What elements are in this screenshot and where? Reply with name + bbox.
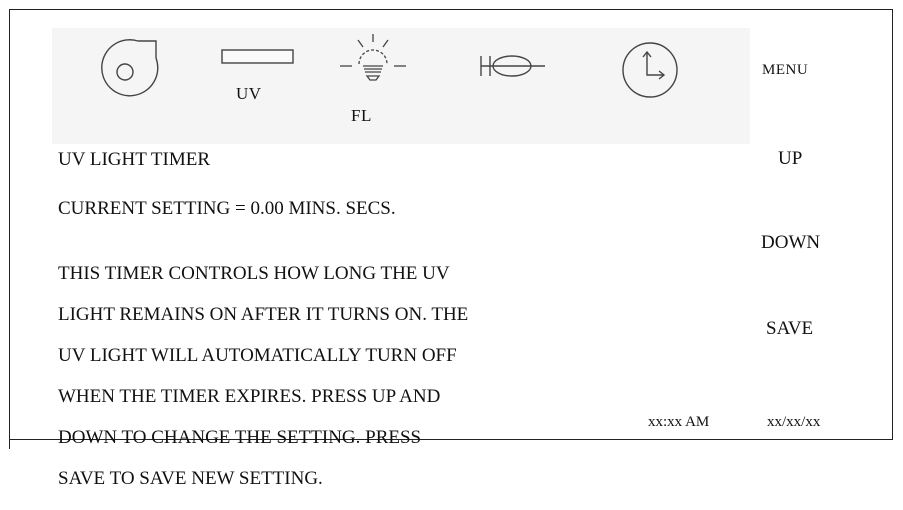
timer-description: THIS TIMER CONTROLS HOW LONG THE UV LIGH… [58,243,478,510]
description-line: LIGHT REMAINS ON AFTER IT TURNS ON. THE [58,303,469,325]
down-button[interactable]: DOWN [761,232,820,254]
frame-left-border [9,9,10,449]
uv-label: UV [236,84,262,103]
frame-top-border [9,9,893,10]
up-button[interactable]: UP [778,148,802,170]
frame-right-border [892,9,893,440]
clock-icon[interactable] [617,39,683,101]
screen-title: UV LIGHT TIMER [58,149,210,170]
fl-label: FL [351,106,372,125]
description-line: UV LIGHT WILL AUTOMATICALLY TURN OFF [58,344,457,366]
time-display: xx:xx AM [648,414,710,430]
menu-button[interactable]: MENU [762,62,808,79]
uv-lamp-icon[interactable] [221,48,295,66]
description-line: SAVE TO SAVE NEW SETTING. [58,467,323,489]
date-display: xx/xx/xx [767,414,821,430]
description-line: WHEN THE TIMER EXPIRES. PRESS UP AND [58,385,441,407]
current-setting-text: CURRENT SETTING = 0.00 MINS. SECS. [58,198,396,219]
damper-icon[interactable] [478,54,548,80]
save-button[interactable]: SAVE [766,318,813,340]
description-line: THIS TIMER CONTROLS HOW LONG THE UV [58,262,450,284]
bulb-icon[interactable] [334,32,412,98]
blower-fan-icon[interactable] [86,34,164,100]
description-line: DOWN TO CHANGE THE SETTING. PRESS [58,426,422,448]
